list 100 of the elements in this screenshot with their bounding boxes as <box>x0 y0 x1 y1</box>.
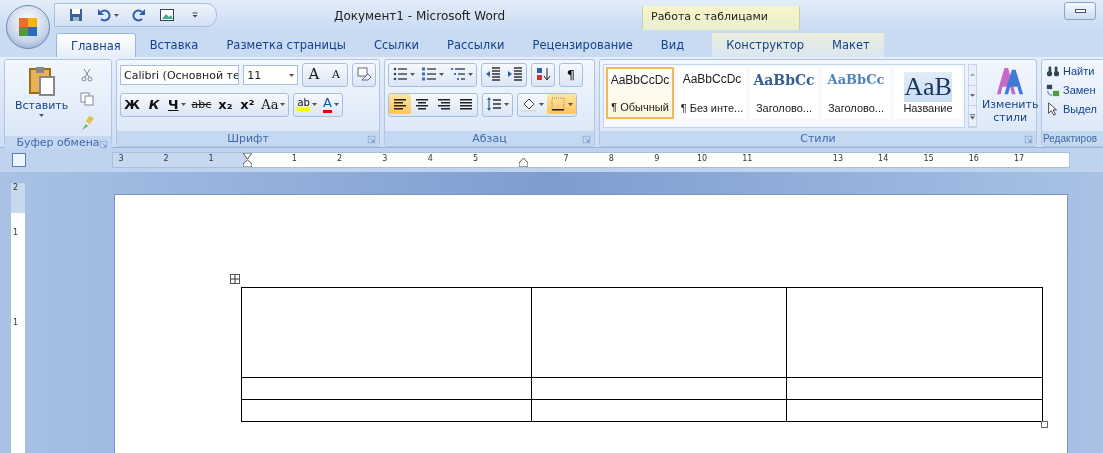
minimize-button[interactable] <box>1064 2 1096 20</box>
table-cell[interactable] <box>787 400 1043 422</box>
table-move-handle-icon[interactable] <box>230 274 240 284</box>
grow-font-button[interactable]: A <box>303 64 325 84</box>
align-left-button[interactable] <box>389 94 411 114</box>
paint-bucket-icon <box>521 96 537 112</box>
borders-button[interactable] <box>547 94 576 114</box>
ruler-number: 13 <box>831 154 844 163</box>
bullet-list-icon <box>392 66 408 82</box>
shrink-font-button[interactable]: A <box>325 64 347 84</box>
find-button[interactable]: Найти <box>1045 64 1103 78</box>
ruler-number: 2 <box>13 183 19 192</box>
ribbon-tab[interactable]: Рецензирование <box>518 33 647 57</box>
minimize-icon <box>1074 9 1086 13</box>
ruler-number: 7 <box>562 154 570 163</box>
table-cell[interactable] <box>532 400 787 422</box>
table-cell[interactable] <box>242 288 532 378</box>
numbered-list-icon <box>421 66 437 82</box>
ruler-number: 1 <box>13 228 19 237</box>
down-arrow-icon <box>969 92 976 99</box>
ribbon-tab[interactable]: Макет <box>818 33 884 57</box>
paste-button[interactable]: Вставить <box>13 63 71 133</box>
table-cell[interactable] <box>242 400 532 422</box>
group-label: Буфер обмена <box>16 136 100 149</box>
group-label: Стили <box>800 132 836 145</box>
sup-button[interactable]: x² <box>236 94 259 114</box>
style-item[interactable]: AaBbCcDc ¶ Без инте... <box>678 67 746 119</box>
line-spacing-icon <box>486 96 502 112</box>
table-cell[interactable] <box>787 378 1043 400</box>
ribbon-tab[interactable]: Ссылки <box>359 33 434 57</box>
tab-selector-button[interactable] <box>12 153 26 167</box>
dropdown-arrow-icon <box>333 102 339 106</box>
group-label: Редактиров <box>1043 133 1098 144</box>
office-button[interactable] <box>6 5 50 49</box>
ruler-number: 9 <box>653 154 661 163</box>
ribbon-tab[interactable]: Вид <box>646 33 699 57</box>
case-button[interactable]: Aa <box>258 94 289 114</box>
align-center-icon <box>414 96 430 112</box>
align-justify-icon <box>458 96 474 112</box>
table-resize-handle[interactable] <box>1041 421 1048 428</box>
cursor-icon <box>1046 102 1060 116</box>
ruler-number: 5 <box>471 154 480 163</box>
dialog-launcher-icon <box>1024 135 1033 144</box>
dialog-launcher-icon <box>582 135 591 144</box>
dropdown-arrow-icon <box>180 102 186 106</box>
table-cell[interactable] <box>532 378 787 400</box>
ribbon-tab[interactable]: Конструктор <box>712 33 818 57</box>
multilevel-list-icon <box>450 66 466 82</box>
align-right-icon <box>436 96 452 112</box>
ribbon-tab[interactable]: Рассылки <box>433 33 519 57</box>
style-item[interactable]: AaBbCc Заголово... <box>822 67 890 119</box>
dropdown-arrow-icon <box>468 72 473 76</box>
ruler-number: 15 <box>922 154 935 163</box>
ruler-number: 17 <box>1013 154 1026 163</box>
indent-left-icon <box>485 66 501 82</box>
ribbon-tab[interactable]: Вставка <box>135 33 213 57</box>
style-item[interactable]: AaBbCc Заголово... <box>750 67 818 119</box>
ruler-number: 2 <box>336 154 344 163</box>
table-cell[interactable] <box>787 288 1043 378</box>
font-size-field[interactable]: 11 <box>243 65 298 85</box>
bold-button[interactable]: Ж <box>121 94 143 114</box>
sub-button[interactable]: x₂ <box>214 94 237 114</box>
change-styles-button[interactable]: Изменить стили <box>980 64 1041 128</box>
ruler-number: 2 <box>162 154 170 163</box>
ruler-number: 1 <box>13 318 19 327</box>
more-icon <box>969 112 976 120</box>
highlight-button[interactable]: ab <box>294 94 320 114</box>
ruler-number: 16 <box>967 154 980 163</box>
dropdown-arrow-icon <box>439 72 444 76</box>
style-item[interactable]: AaB Название <box>894 67 962 119</box>
dropdown-arrow-icon <box>410 72 415 76</box>
italic-button[interactable]: К <box>143 94 165 114</box>
table-cell[interactable] <box>532 288 787 378</box>
replace-button[interactable]: Замен <box>1045 83 1103 97</box>
binoculars-icon <box>1046 64 1060 78</box>
select-button[interactable]: Выдел <box>1045 102 1103 116</box>
underline-button[interactable]: Ч <box>165 94 189 114</box>
strike-button[interactable]: abc <box>188 94 215 114</box>
up-arrow-icon <box>969 71 976 79</box>
contextual-group-title: Работа с таблицами <box>650 9 769 23</box>
ribbon-tab[interactable]: Разметка страницы <box>212 33 360 57</box>
undo-icon <box>96 7 112 23</box>
redo-icon <box>131 7 147 23</box>
dropdown-arrow-icon <box>504 102 509 106</box>
borders-icon <box>550 96 566 112</box>
indent-right-icon <box>507 66 523 82</box>
ruler-number: 10 <box>696 154 708 163</box>
dropdown-arrow-icon <box>114 13 119 17</box>
dialog-launcher-icon <box>99 140 108 149</box>
window-title: Документ1 - Microsoft Word <box>334 9 506 23</box>
picture-icon <box>159 7 175 23</box>
ruler-number: 1 <box>207 154 215 163</box>
dropdown-arrow-icon <box>568 102 573 106</box>
table-cell[interactable] <box>242 378 532 400</box>
font-color-button[interactable]: A <box>319 94 342 114</box>
ribbon-tab[interactable]: Главная <box>56 33 136 57</box>
dropdown-arrow-icon <box>539 102 544 106</box>
style-item[interactable]: AaBbCcDc ¶ Обычный <box>606 67 674 119</box>
sort-icon <box>535 66 551 82</box>
styles-letter-icon <box>995 66 1026 96</box>
